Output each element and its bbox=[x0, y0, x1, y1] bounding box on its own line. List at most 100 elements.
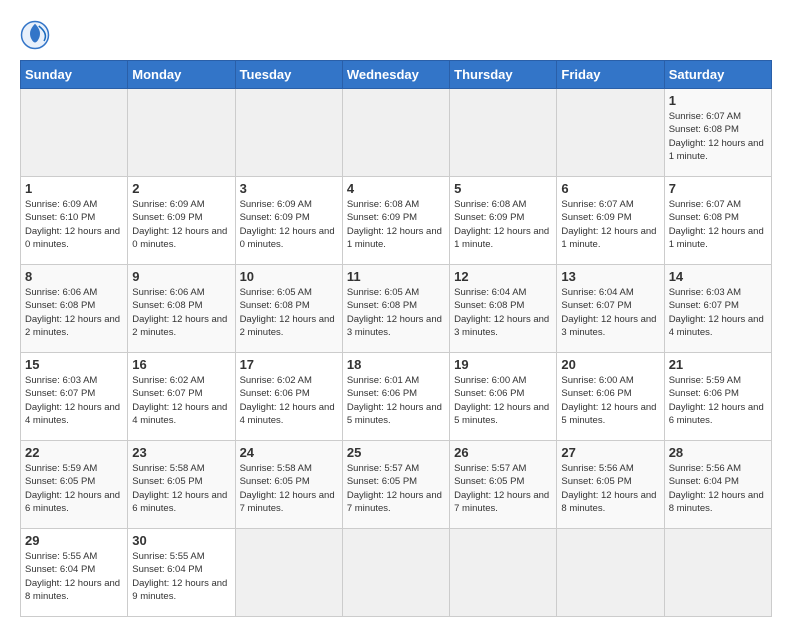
day-info: Sunrise: 6:00 AMSunset: 6:06 PMDaylight:… bbox=[454, 374, 552, 427]
calendar-cell bbox=[342, 529, 449, 617]
day-info: Sunrise: 5:56 AMSunset: 6:04 PMDaylight:… bbox=[669, 462, 767, 515]
calendar-cell: 20Sunrise: 6:00 AMSunset: 6:06 PMDayligh… bbox=[557, 353, 664, 441]
logo-icon bbox=[20, 20, 50, 50]
calendar-cell bbox=[128, 89, 235, 177]
day-info: Sunrise: 6:07 AMSunset: 6:09 PMDaylight:… bbox=[561, 198, 659, 251]
day-info: Sunrise: 6:06 AMSunset: 6:08 PMDaylight:… bbox=[132, 286, 230, 339]
day-info: Sunrise: 5:59 AMSunset: 6:06 PMDaylight:… bbox=[669, 374, 767, 427]
day-info: Sunrise: 6:08 AMSunset: 6:09 PMDaylight:… bbox=[454, 198, 552, 251]
day-info: Sunrise: 6:07 AMSunset: 6:08 PMDaylight:… bbox=[669, 198, 767, 251]
page-header bbox=[20, 20, 772, 50]
day-number: 16 bbox=[132, 357, 230, 372]
calendar-cell bbox=[450, 529, 557, 617]
calendar-cell bbox=[557, 529, 664, 617]
day-number: 4 bbox=[347, 181, 445, 196]
day-info: Sunrise: 6:03 AMSunset: 6:07 PMDaylight:… bbox=[25, 374, 123, 427]
calendar-table: SundayMondayTuesdayWednesdayThursdayFrid… bbox=[20, 60, 772, 617]
day-number: 10 bbox=[240, 269, 338, 284]
day-info: Sunrise: 6:03 AMSunset: 6:07 PMDaylight:… bbox=[669, 286, 767, 339]
calendar-cell: 8 Sunrise: 6:06 AMSunset: 6:08 PMDaylight… bbox=[21, 265, 128, 353]
calendar-cell: 15Sunrise: 6:03 AMSunset: 6:07 PMDayligh… bbox=[21, 353, 128, 441]
day-info: Sunrise: 6:02 AMSunset: 6:06 PMDaylight:… bbox=[240, 374, 338, 427]
calendar-week-0: 1 Sunrise: 6:07 AMSunset: 6:08 PMDaylight… bbox=[21, 89, 772, 177]
header-day-monday: Monday bbox=[128, 61, 235, 89]
calendar-cell: 21 Sunrise: 5:59 AMSunset: 6:06 PMDayligh… bbox=[664, 353, 771, 441]
calendar-cell: 30Sunrise: 5:55 AMSunset: 6:04 PMDayligh… bbox=[128, 529, 235, 617]
day-info: Sunrise: 5:57 AMSunset: 6:05 PMDaylight:… bbox=[454, 462, 552, 515]
day-number: 28 bbox=[669, 445, 767, 460]
header-row: SundayMondayTuesdayWednesdayThursdayFrid… bbox=[21, 61, 772, 89]
day-number: 11 bbox=[347, 269, 445, 284]
calendar-cell: 13Sunrise: 6:04 AMSunset: 6:07 PMDayligh… bbox=[557, 265, 664, 353]
header-day-sunday: Sunday bbox=[21, 61, 128, 89]
day-info: Sunrise: 6:02 AMSunset: 6:07 PMDaylight:… bbox=[132, 374, 230, 427]
day-number: 23 bbox=[132, 445, 230, 460]
calendar-cell: 22Sunrise: 5:59 AMSunset: 6:05 PMDayligh… bbox=[21, 441, 128, 529]
day-number: 21 bbox=[669, 357, 767, 372]
header-day-wednesday: Wednesday bbox=[342, 61, 449, 89]
calendar-cell: 23 Sunrise: 5:58 AMSunset: 6:05 PMDayligh… bbox=[128, 441, 235, 529]
calendar-header: SundayMondayTuesdayWednesdayThursdayFrid… bbox=[21, 61, 772, 89]
day-number: 3 bbox=[240, 181, 338, 196]
calendar-cell: 18 Sunrise: 6:01 AMSunset: 6:06 PMDayligh… bbox=[342, 353, 449, 441]
calendar-cell: 10 Sunrise: 6:05 AMSunset: 6:08 PMDayligh… bbox=[235, 265, 342, 353]
day-info: Sunrise: 6:05 AMSunset: 6:08 PMDaylight:… bbox=[240, 286, 338, 339]
day-number: 2 bbox=[132, 181, 230, 196]
calendar-cell: 29Sunrise: 5:55 AMSunset: 6:04 PMDayligh… bbox=[21, 529, 128, 617]
header-day-thursday: Thursday bbox=[450, 61, 557, 89]
calendar-cell: 25 Sunrise: 5:57 AMSunset: 6:05 PMDayligh… bbox=[342, 441, 449, 529]
calendar-cell bbox=[235, 529, 342, 617]
logo bbox=[20, 20, 54, 50]
day-info: Sunrise: 5:58 AMSunset: 6:05 PMDaylight:… bbox=[132, 462, 230, 515]
header-day-tuesday: Tuesday bbox=[235, 61, 342, 89]
day-number: 27 bbox=[561, 445, 659, 460]
day-number: 29 bbox=[25, 533, 123, 548]
calendar-week-5: 29 Sunrise: 5:55 AMSunset: 6:04 PMDayligh… bbox=[21, 529, 772, 617]
calendar-cell: 19 Sunrise: 6:00 AMSunset: 6:06 PMDayligh… bbox=[450, 353, 557, 441]
calendar-cell: 4 Sunrise: 6:08 AMSunset: 6:09 PMDaylight… bbox=[342, 177, 449, 265]
day-number: 14 bbox=[669, 269, 767, 284]
calendar-week-2: 8 Sunrise: 6:06 AMSunset: 6:08 PMDaylight… bbox=[21, 265, 772, 353]
day-info: Sunrise: 6:07 AMSunset: 6:08 PMDaylight:… bbox=[669, 110, 767, 163]
day-number: 1 bbox=[25, 181, 123, 196]
day-info: Sunrise: 6:04 AMSunset: 6:08 PMDaylight:… bbox=[454, 286, 552, 339]
day-info: Sunrise: 5:55 AMSunset: 6:04 PMDaylight:… bbox=[132, 550, 230, 603]
day-number: 18 bbox=[347, 357, 445, 372]
calendar-cell: 28 Sunrise: 5:56 AMSunset: 6:04 PMDayligh… bbox=[664, 441, 771, 529]
calendar-cell: 2Sunrise: 6:09 AMSunset: 6:09 PMDaylight… bbox=[128, 177, 235, 265]
day-info: Sunrise: 6:06 AMSunset: 6:08 PMDaylight:… bbox=[25, 286, 123, 339]
calendar-cell bbox=[450, 89, 557, 177]
day-info: Sunrise: 6:08 AMSunset: 6:09 PMDaylight:… bbox=[347, 198, 445, 251]
calendar-cell: 1 Sunrise: 6:07 AMSunset: 6:08 PMDaylight… bbox=[664, 89, 771, 177]
day-number: 24 bbox=[240, 445, 338, 460]
calendar-cell: 12Sunrise: 6:04 AMSunset: 6:08 PMDayligh… bbox=[450, 265, 557, 353]
calendar-cell: 1Sunrise: 6:09 AMSunset: 6:10 PMDaylight… bbox=[21, 177, 128, 265]
day-number: 17 bbox=[240, 357, 338, 372]
day-number: 8 bbox=[25, 269, 123, 284]
calendar-cell bbox=[235, 89, 342, 177]
calendar-body: 1 Sunrise: 6:07 AMSunset: 6:08 PMDaylight… bbox=[21, 89, 772, 617]
calendar-cell: 27Sunrise: 5:56 AMSunset: 6:05 PMDayligh… bbox=[557, 441, 664, 529]
day-info: Sunrise: 5:57 AMSunset: 6:05 PMDaylight:… bbox=[347, 462, 445, 515]
day-number: 20 bbox=[561, 357, 659, 372]
day-info: Sunrise: 5:58 AMSunset: 6:05 PMDaylight:… bbox=[240, 462, 338, 515]
calendar-cell: 11 Sunrise: 6:05 AMSunset: 6:08 PMDayligh… bbox=[342, 265, 449, 353]
day-number: 19 bbox=[454, 357, 552, 372]
day-info: Sunrise: 6:05 AMSunset: 6:08 PMDaylight:… bbox=[347, 286, 445, 339]
calendar-cell: 7Sunrise: 6:07 AMSunset: 6:08 PMDaylight… bbox=[664, 177, 771, 265]
calendar-week-1: 1Sunrise: 6:09 AMSunset: 6:10 PMDaylight… bbox=[21, 177, 772, 265]
day-info: Sunrise: 6:01 AMSunset: 6:06 PMDaylight:… bbox=[347, 374, 445, 427]
day-number: 9 bbox=[132, 269, 230, 284]
calendar-cell bbox=[342, 89, 449, 177]
calendar-cell: 5Sunrise: 6:08 AMSunset: 6:09 PMDaylight… bbox=[450, 177, 557, 265]
calendar-cell: 26Sunrise: 5:57 AMSunset: 6:05 PMDayligh… bbox=[450, 441, 557, 529]
calendar-cell: 16 Sunrise: 6:02 AMSunset: 6:07 PMDayligh… bbox=[128, 353, 235, 441]
calendar-cell: 6 Sunrise: 6:07 AMSunset: 6:09 PMDaylight… bbox=[557, 177, 664, 265]
day-number: 6 bbox=[561, 181, 659, 196]
day-number: 1 bbox=[669, 93, 767, 108]
calendar-cell: 3Sunrise: 6:09 AMSunset: 6:09 PMDaylight… bbox=[235, 177, 342, 265]
day-number: 13 bbox=[561, 269, 659, 284]
calendar-week-4: 22Sunrise: 5:59 AMSunset: 6:05 PMDayligh… bbox=[21, 441, 772, 529]
day-info: Sunrise: 5:59 AMSunset: 6:05 PMDaylight:… bbox=[25, 462, 123, 515]
day-number: 25 bbox=[347, 445, 445, 460]
